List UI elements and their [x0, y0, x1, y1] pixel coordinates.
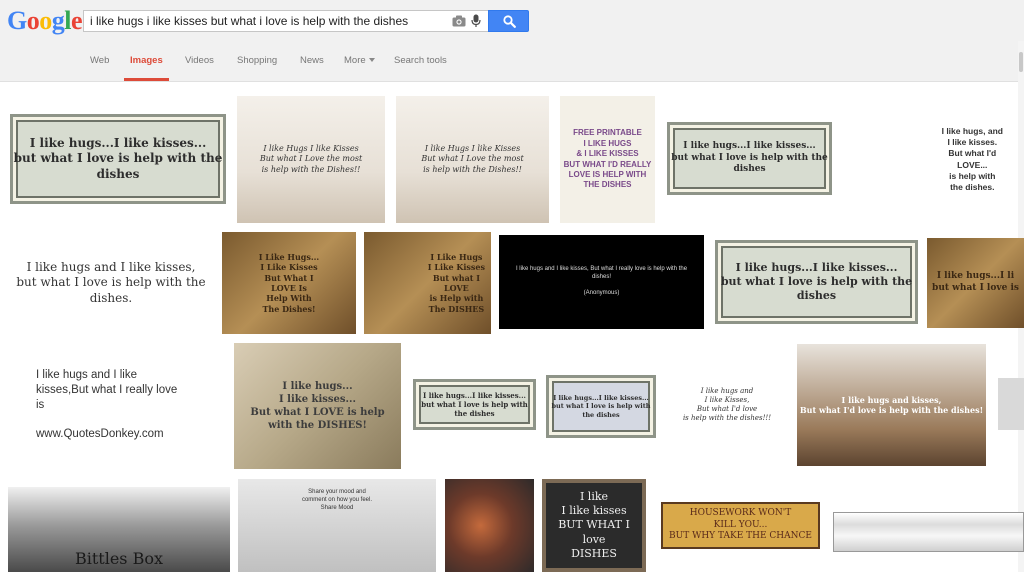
logo-letter: G	[7, 6, 27, 35]
image-result[interactable]: I like hugs...I like kisses... but what …	[413, 379, 536, 430]
search-box	[83, 10, 488, 32]
image-result[interactable]: Share your mood and comment on how you f…	[238, 479, 436, 572]
camera-icon[interactable]	[452, 15, 466, 27]
image-result-text: I like hugs and I like kisses, But what …	[515, 266, 688, 296]
image-result[interactable]: FREE PRINTABLE I LIKE HUGS & I LIKE KISS…	[560, 96, 655, 223]
image-result[interactable]	[445, 479, 534, 572]
image-result[interactable]: I like hugs...I like kisses... but what …	[715, 240, 918, 324]
image-result[interactable]: I like hugs...I li but what I love is	[927, 238, 1024, 328]
chevron-down-icon	[368, 58, 375, 63]
image-result[interactable]: I like hugs and kisses, But what I'd lov…	[797, 344, 986, 466]
tab-shopping[interactable]: Shopping	[237, 55, 277, 66]
google-logo[interactable]: Google	[7, 6, 83, 36]
search-icon	[503, 15, 516, 28]
image-result-text: Bittles Box	[74, 549, 164, 569]
image-result-text: I like Hugs I like Kisses But what I Lov…	[259, 143, 363, 174]
tab-news[interactable]: News	[300, 55, 324, 66]
tab-search-tools[interactable]: Search tools	[394, 55, 447, 66]
tab-more-label: More	[344, 55, 366, 66]
image-result[interactable]: I like hugs...I like kisses... but what …	[667, 122, 832, 195]
logo-letter: l	[64, 6, 71, 35]
image-result[interactable]: I like Hugs I like Kisses But what I Lov…	[396, 96, 549, 223]
image-result[interactable]: I like hugs, and I like kisses. But what…	[853, 96, 1015, 223]
tab-more[interactable]: More	[344, 55, 375, 66]
scrollbar-thumb[interactable]	[1019, 52, 1023, 72]
image-result-text: I like hugs and kisses, But what I'd lov…	[799, 394, 984, 415]
image-result[interactable]: I like Hugs I like Kisses But what I Lov…	[237, 96, 385, 223]
image-result-text: I like I like kisses BUT WHAT I love DIS…	[558, 489, 630, 560]
image-result-text: I like hugs...I li but what I love is	[932, 271, 1019, 293]
image-result-text: I like hugs...I like kisses... but what …	[720, 260, 913, 303]
top-bar: Google	[0, 0, 1024, 41]
image-result-text: I like Hugs I like Kisses But what I Lov…	[421, 143, 524, 174]
search-button[interactable]	[488, 10, 529, 32]
image-result-text: I Like Hugs I Like Kisses But what I LOV…	[427, 251, 485, 314]
image-result[interactable]: I like I like kisses BUT WHAT I love DIS…	[542, 479, 646, 572]
image-result-text: FREE PRINTABLE I LIKE HUGS & I LIKE KISS…	[563, 128, 652, 190]
image-result[interactable]: I Like Hugs... I Like Kisses But What I …	[222, 232, 356, 334]
image-result-text: I like hugs...I like kisses... but what …	[551, 393, 651, 419]
search-tabs: Web Images Videos Shopping News More Sea…	[0, 41, 1024, 82]
tab-videos[interactable]: Videos	[185, 55, 214, 66]
active-tab-indicator	[124, 78, 169, 81]
image-result-text: I like hugs... I like kisses... But what…	[250, 381, 385, 431]
search-input[interactable]	[90, 11, 440, 31]
image-result-text: HOUSEWORK WON'T KILL YOU... BUT WHY TAKE…	[661, 501, 820, 550]
image-result[interactable]: I like hugs...I like kisses... but what …	[546, 375, 656, 438]
microphone-icon[interactable]	[471, 14, 481, 28]
image-results-grid: I like hugs...I like kisses... but what …	[0, 82, 1024, 572]
image-result[interactable]: Bittles Box	[8, 487, 230, 572]
image-result[interactable]: I like hugs and I like kisses, But what …	[499, 235, 704, 329]
image-result[interactable]	[833, 512, 1024, 552]
image-result[interactable]: I like hugs and I like kisses,But what I…	[8, 352, 224, 458]
image-result[interactable]: I like hugs and I like Kisses, But what …	[666, 345, 788, 465]
image-result-text: Share your mood and comment on how you f…	[301, 489, 373, 511]
image-result-text: I like hugs and I like kisses, but what …	[16, 259, 206, 305]
tab-images[interactable]: Images	[130, 55, 163, 66]
image-result-text: I Like Hugs... I Like Kisses But What I …	[258, 251, 320, 314]
image-result-text: I like hugs...I like kisses... but what …	[421, 390, 528, 419]
image-result[interactable]: I like hugs...I like kisses... but what …	[10, 114, 226, 204]
image-result-text: I like hugs...I like kisses... but what …	[13, 135, 223, 181]
image-result-text: I like hugs...I like kisses... but what …	[671, 140, 828, 175]
logo-letter: o	[39, 6, 52, 35]
image-result-text: I like hugs and I like Kisses, But what …	[682, 386, 772, 423]
image-result-text: I like hugs, and I like kisses. But what…	[941, 126, 1003, 192]
image-result[interactable]: I like hugs... I like kisses... But what…	[234, 343, 401, 469]
logo-letter: g	[51, 6, 65, 35]
logo-letter: o	[26, 6, 40, 35]
logo-letter: e	[70, 6, 83, 35]
tab-web[interactable]: Web	[90, 55, 109, 66]
image-result[interactable]: I like hugs and I like kisses, but what …	[8, 247, 214, 319]
image-result-text: I like hugs and I like kisses,But what I…	[36, 368, 178, 441]
image-result[interactable]: HOUSEWORK WON'T KILL YOU... BUT WHY TAKE…	[656, 479, 825, 572]
image-result[interactable]	[998, 378, 1024, 430]
image-result[interactable]: I Like Hugs I Like Kisses But what I LOV…	[364, 232, 491, 334]
